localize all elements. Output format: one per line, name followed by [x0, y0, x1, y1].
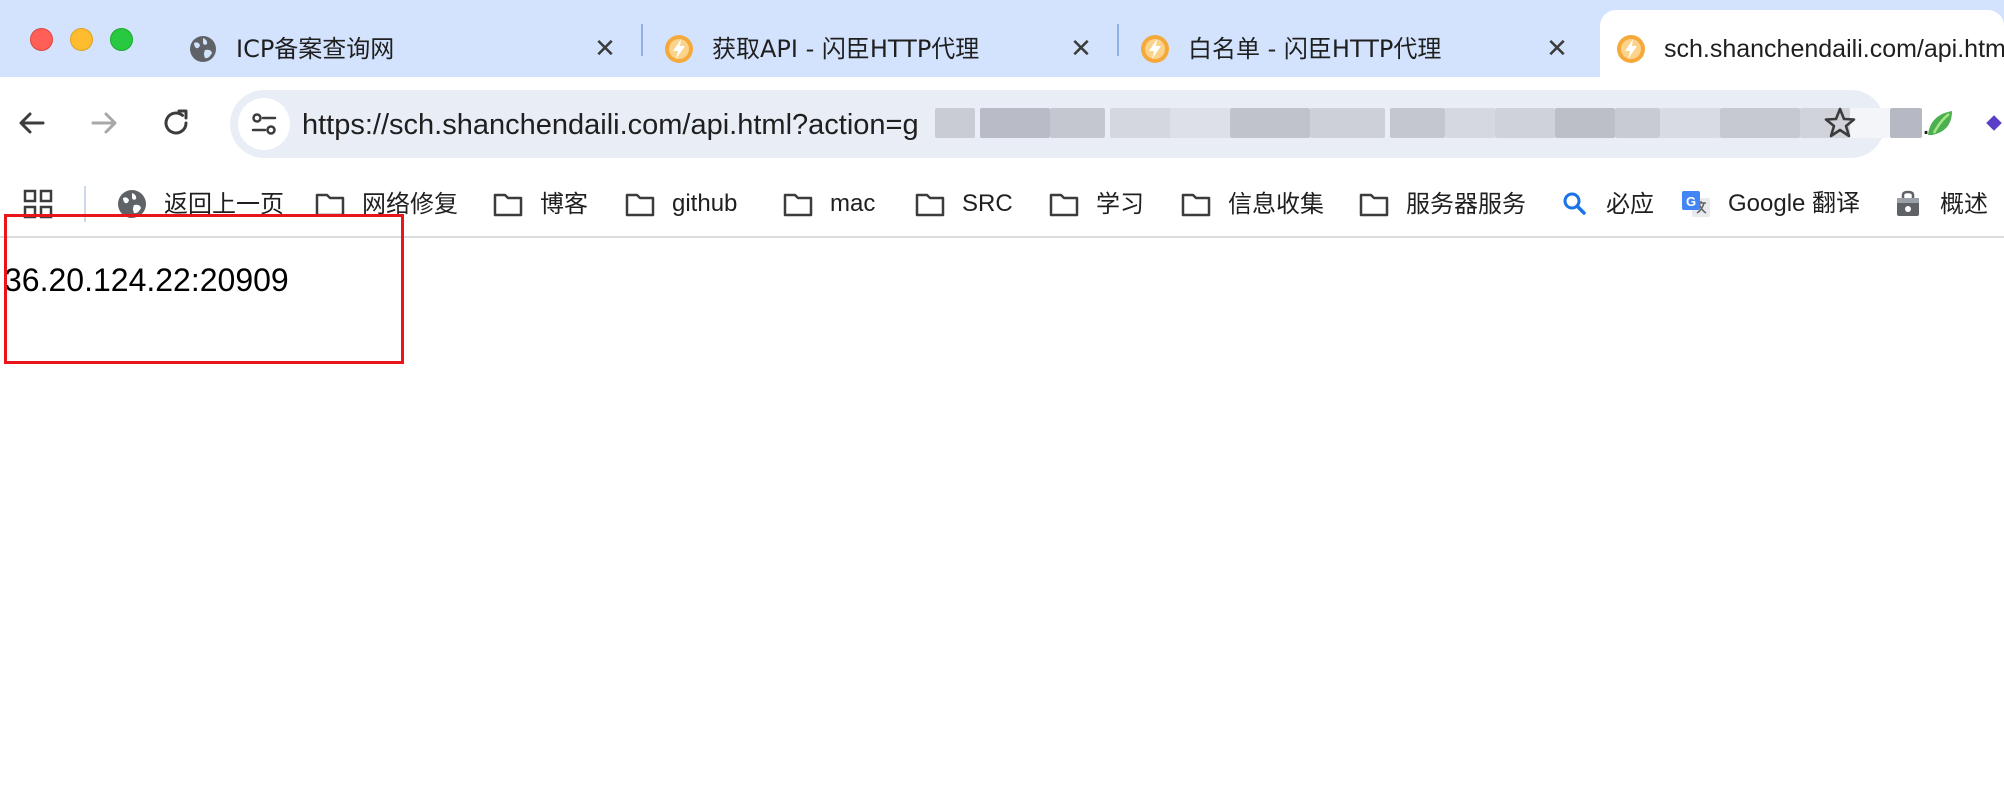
tab-title: ICP备案查询网: [236, 35, 395, 63]
extension-button[interactable]: [1984, 101, 2004, 145]
bag-icon: [1897, 190, 1919, 216]
arrow-right-icon: [91, 112, 117, 134]
bookmark-label: Google 翻译: [1728, 190, 1861, 217]
folder-icon: [783, 193, 813, 217]
bookmark-folder-mac[interactable]: mac: [782, 184, 875, 224]
folder-icon: [1181, 193, 1211, 217]
search-icon: [1563, 192, 1586, 215]
tab-close-icon[interactable]: ✕: [1544, 36, 1570, 62]
tab-divider: [641, 24, 643, 56]
bookmark-folder-blog[interactable]: 博客: [492, 184, 588, 224]
tab-close-icon[interactable]: ✕: [592, 36, 618, 62]
bookmark-label: mac: [830, 190, 876, 217]
forward-button[interactable]: [82, 101, 126, 145]
bolt-icon: [665, 35, 693, 63]
folder-icon: [493, 193, 523, 217]
site-info-button[interactable]: [238, 98, 290, 150]
page-content: 36.20.124.22:20909: [0, 214, 2004, 786]
tab-title: 获取API - 闪臣HTTP代理: [712, 35, 980, 63]
bookmark-label: 必应: [1606, 190, 1654, 218]
bolt-icon: [1617, 35, 1645, 63]
folder-icon: [1359, 193, 1389, 217]
bookmark-label: 概述: [1940, 190, 1988, 218]
bookmark-bing[interactable]: 必应: [1558, 184, 1654, 224]
tab-icp[interactable]: ICP备案查询网 ✕: [188, 10, 628, 77]
tab-whitelist[interactable]: 白名单 - 闪臣HTTP代理 ✕: [1140, 10, 1580, 77]
bookmark-folder-server-services[interactable]: 服务器服务: [1358, 184, 1526, 224]
window-minimize-button[interactable]: [70, 28, 93, 51]
tab-get-api[interactable]: 获取API - 闪臣HTTP代理 ✕: [664, 10, 1104, 77]
tab-close-icon[interactable]: ✕: [1068, 36, 1094, 62]
bookmark-folder-study[interactable]: 学习: [1048, 184, 1144, 224]
extension-leaf-button[interactable]: [1918, 101, 1962, 145]
tab-title: sch.shanchendaili.com/api.html: [1664, 35, 2004, 63]
url-text[interactable]: https://sch.shanchendaili.com/api.html?a…: [302, 108, 919, 142]
browser-toolbar: https://sch.shanchendaili.com/api.html?a…: [0, 77, 2004, 172]
folder-icon: [625, 193, 655, 217]
arrow-left-icon: [19, 112, 45, 134]
bookmark-label: 博客: [540, 190, 588, 218]
star-icon: [1824, 107, 1856, 138]
tune-icon: [251, 113, 277, 135]
tab-divider: [1117, 24, 1119, 56]
bookmark-label: github: [672, 190, 738, 217]
globe-icon: [190, 36, 216, 62]
bookmark-label: 信息收集: [1228, 190, 1324, 218]
bookmark-label: 学习: [1096, 190, 1144, 218]
bookmark-star-button[interactable]: [1818, 101, 1862, 145]
bookmark-overview[interactable]: 概述: [1892, 184, 1988, 224]
tab-strip: ICP备案查询网 ✕ 获取API - 闪臣HTTP代理 ✕ 白名单 - 闪臣HT…: [0, 0, 2004, 77]
address-bar[interactable]: https://sch.shanchendaili.com/api.html?a…: [230, 90, 1930, 158]
bookmark-folder-github[interactable]: github: [624, 184, 737, 224]
tab-api-active[interactable]: sch.shanchendaili.com/api.html: [1600, 10, 2004, 77]
folder-icon: [1049, 193, 1079, 217]
svg-text:G: G: [1686, 194, 1696, 209]
leaf-extension-icon: [1928, 111, 1952, 135]
bookmark-folder-info-gathering[interactable]: 信息收集: [1180, 184, 1324, 224]
window-close-button[interactable]: [30, 28, 53, 51]
highlight-annotation-box: [4, 214, 404, 364]
bolt-icon: [1141, 35, 1169, 63]
extension-icon: [1986, 115, 2002, 131]
bookmark-label: SRC: [962, 190, 1013, 217]
folder-icon: [915, 193, 945, 217]
bookmark-google-translate[interactable]: G Google 翻译: [1680, 184, 1860, 224]
window-maximize-button[interactable]: [110, 28, 133, 51]
bookmark-folder-src[interactable]: SRC: [914, 184, 1013, 224]
reload-button[interactable]: [154, 101, 198, 145]
reload-icon: [164, 109, 188, 135]
tab-title: 白名单 - 闪臣HTTP代理: [1188, 35, 1442, 63]
bookmark-label: 服务器服务: [1406, 190, 1526, 218]
back-button[interactable]: [10, 101, 54, 145]
google-translate-icon: G: [1682, 191, 1710, 217]
